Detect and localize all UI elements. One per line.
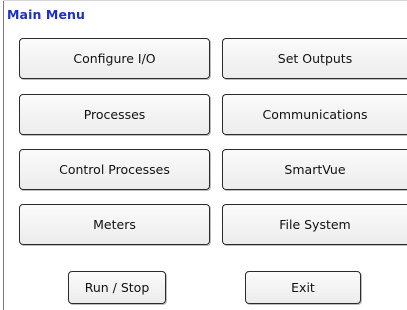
processes-button[interactable]: Processes: [19, 94, 210, 135]
set-outputs-button[interactable]: Set Outputs: [222, 38, 407, 79]
meters-button[interactable]: Meters: [19, 204, 210, 245]
exit-button[interactable]: Exit: [245, 271, 361, 304]
main-menu-panel: Main Menu Configure I/O Set Outputs Proc…: [0, 0, 407, 310]
communications-button[interactable]: Communications: [222, 94, 407, 135]
run-stop-button[interactable]: Run / Stop: [68, 271, 166, 304]
menu-title: Main Menu: [7, 7, 86, 22]
control-processes-button[interactable]: Control Processes: [19, 149, 210, 190]
file-system-button[interactable]: File System: [222, 204, 407, 245]
panel-top-border: [3, 0, 407, 1]
configure-io-button[interactable]: Configure I/O: [19, 38, 210, 79]
smartvue-button[interactable]: SmartVue: [222, 149, 407, 190]
panel-left-border: [3, 0, 4, 310]
